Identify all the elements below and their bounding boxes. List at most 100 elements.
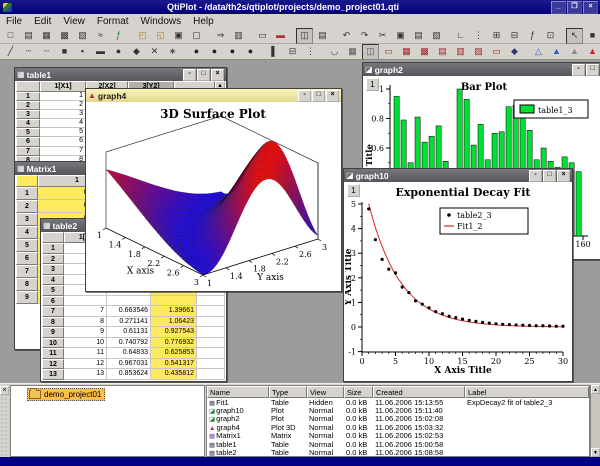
app-title-bar[interactable]: QtiPlot - /data/th2s/qtiplot/projects/de… [0,0,600,14]
explorer-drag-handle[interactable]: × [0,385,10,457]
new-folder-button[interactable]: ▤ [20,28,37,44]
table2-cell[interactable]: 12 [64,359,107,370]
table2-row-header[interactable]: 8 [42,317,64,328]
menu-format[interactable]: Format [91,15,135,28]
cut-button[interactable]: ✂ [374,28,391,44]
table1-minimize-button[interactable]: - [183,69,196,81]
table2-cell[interactable]: 1.39661 [151,306,197,317]
fx-button[interactable]: ƒ [524,28,541,44]
table1-row-header[interactable]: 3 [16,110,40,119]
graph2-maximize-button[interactable]: □ [586,64,599,76]
restore-button[interactable]: ❐ [567,1,582,14]
table1-close-button[interactable]: × [211,69,224,81]
table2-row-header[interactable]: 6 [42,296,64,307]
table1-row-header[interactable]: 1 [16,92,40,101]
line-dash-button[interactable]: ┄ [20,44,37,60]
plot3d-drop-button[interactable]: ◆ [506,44,523,60]
table2-cell[interactable]: 0.663546 [107,306,151,317]
table2-cell[interactable] [151,296,197,307]
table2-row-header[interactable]: 7 [42,306,64,317]
graph10-layer-button[interactable]: 1 [347,184,360,197]
table2-cell[interactable]: 0.64833 [107,348,151,359]
print-button[interactable]: ▭ [254,28,271,44]
table1-cell[interactable]: 4 [40,119,86,128]
table1-row-header[interactable]: 7 [16,147,40,156]
save-template-button[interactable]: ▢ [188,28,205,44]
table2-cell[interactable]: 1.06423 [151,317,197,328]
graph10-title-bar[interactable]: ◪ graph10 - □ × [344,169,572,182]
matrix1-row-header[interactable]: 1 [16,187,38,200]
table1-cell[interactable]: 3 [40,110,86,119]
zoom-in-button[interactable]: ⊞ [488,28,505,44]
plot3d-ribbon-button[interactable]: ▤ [434,44,451,60]
table2-row-header[interactable]: 12 [42,359,64,370]
plot3d-hidden-line-button[interactable]: ▭ [380,44,397,60]
results-log-button[interactable]: ▤ [314,28,331,44]
menu-edit[interactable]: Edit [28,15,57,28]
table1-maximize-button[interactable]: □ [197,69,210,81]
save-project-button[interactable]: ▣ [170,28,187,44]
table2-row-header[interactable]: 3 [42,264,64,275]
explorer-header-size[interactable]: Size [344,386,373,398]
plot3d-crosshair-button[interactable]: ▨ [470,44,487,60]
new-matrix-button[interactable]: ▩ [56,28,73,44]
close-button[interactable]: × [583,1,598,14]
marker-circle-button[interactable]: ● [110,44,127,60]
explorer-row-table2[interactable]: ▦table2TableNormal0.0 kB11.06.2006 15:08… [207,448,589,456]
table1-cell[interactable]: 1 [40,92,86,101]
table2-cell[interactable]: 0.271141 [107,317,151,328]
table2-cell[interactable]: 0.853624 [107,369,151,380]
plot3d-floor-button[interactable]: ▭ [488,44,505,60]
marker-cross-button[interactable]: ∗ [164,44,181,60]
matrix1-row-header[interactable]: 8 [16,278,38,291]
matrix1-corner-header[interactable] [16,175,38,187]
matrix1-row-header[interactable]: 5 [16,239,38,252]
table2-cell[interactable]: 9 [64,327,107,338]
table2-row-header[interactable]: 10 [42,338,64,349]
table1-title-bar[interactable]: ▦ table1 - □ × [15,68,226,81]
project-tree[interactable]: demo_project01 [10,385,206,457]
duplicate-window-button[interactable]: ▥ [230,28,247,44]
table2-cell[interactable]: 0.776932 [151,338,197,349]
scroll-down-icon[interactable]: ▼ [591,448,600,457]
select-data-range-button[interactable]: ⋮ [470,28,487,44]
new-function-plot-button[interactable]: ƒ [110,28,127,44]
plot3d-wireframe-button[interactable]: ▦ [344,44,361,60]
redo-button[interactable]: ↷ [356,28,373,44]
line-solid-button[interactable]: ╱ [2,44,19,60]
marker-bar-button[interactable]: ▬ [92,44,109,60]
scroll-up-icon[interactable]: ▲ [591,385,600,394]
pen-3-button[interactable]: ● [224,44,241,60]
table2-row-header[interactable]: 9 [42,327,64,338]
matrix1-row-header[interactable]: 6 [16,252,38,265]
table2-row-header[interactable]: 5 [42,285,64,296]
table2-cell[interactable]: 0.967031 [107,359,151,370]
explorer-header-view[interactable]: View [307,386,344,398]
pen-2-button[interactable]: ● [206,44,223,60]
export-pdf-button[interactable]: ▬ [272,28,289,44]
table1-row-header[interactable]: 2 [16,101,40,110]
table1-cell[interactable]: 2 [40,101,86,110]
table2-cell[interactable] [64,296,107,307]
table2-cell[interactable]: 0.61131 [107,327,151,338]
table2-cell[interactable]: 0.927543 [151,327,197,338]
table1-corner-header[interactable] [16,81,40,92]
table2-cell[interactable]: 0.625853 [151,348,197,359]
minimize-button[interactable]: _ [551,1,566,14]
tetrahedron-blue-button[interactable]: △ [530,44,547,60]
table2-cell[interactable]: 13 [64,369,107,380]
matrix1-row-header[interactable]: 2 [16,200,38,213]
pen-1-button[interactable]: ● [188,44,205,60]
table2-cell[interactable]: 0.740792 [107,338,151,349]
matrix1-row-header[interactable]: 7 [16,265,38,278]
import-ascii-button[interactable]: ⇒ [212,28,229,44]
table2-row-header[interactable]: 2 [42,254,64,265]
graph10-maximize-button[interactable]: □ [543,170,556,182]
graph4-title-bar[interactable]: ▲ graph4 - □ × [86,89,341,102]
graph2-title-bar[interactable]: ◪ graph2 - □ × [363,63,600,76]
window-graph4[interactable]: ▲ graph4 - □ × 111.41.41.81.82.22.22.62.… [85,88,342,292]
plot-wizard-button[interactable]: ∟ [452,28,469,44]
zoom-out-button[interactable]: ⊟ [506,28,523,44]
tree-item-project-folder[interactable]: demo_project01 [27,388,105,401]
marker-diamond-button[interactable]: ◆ [128,44,145,60]
